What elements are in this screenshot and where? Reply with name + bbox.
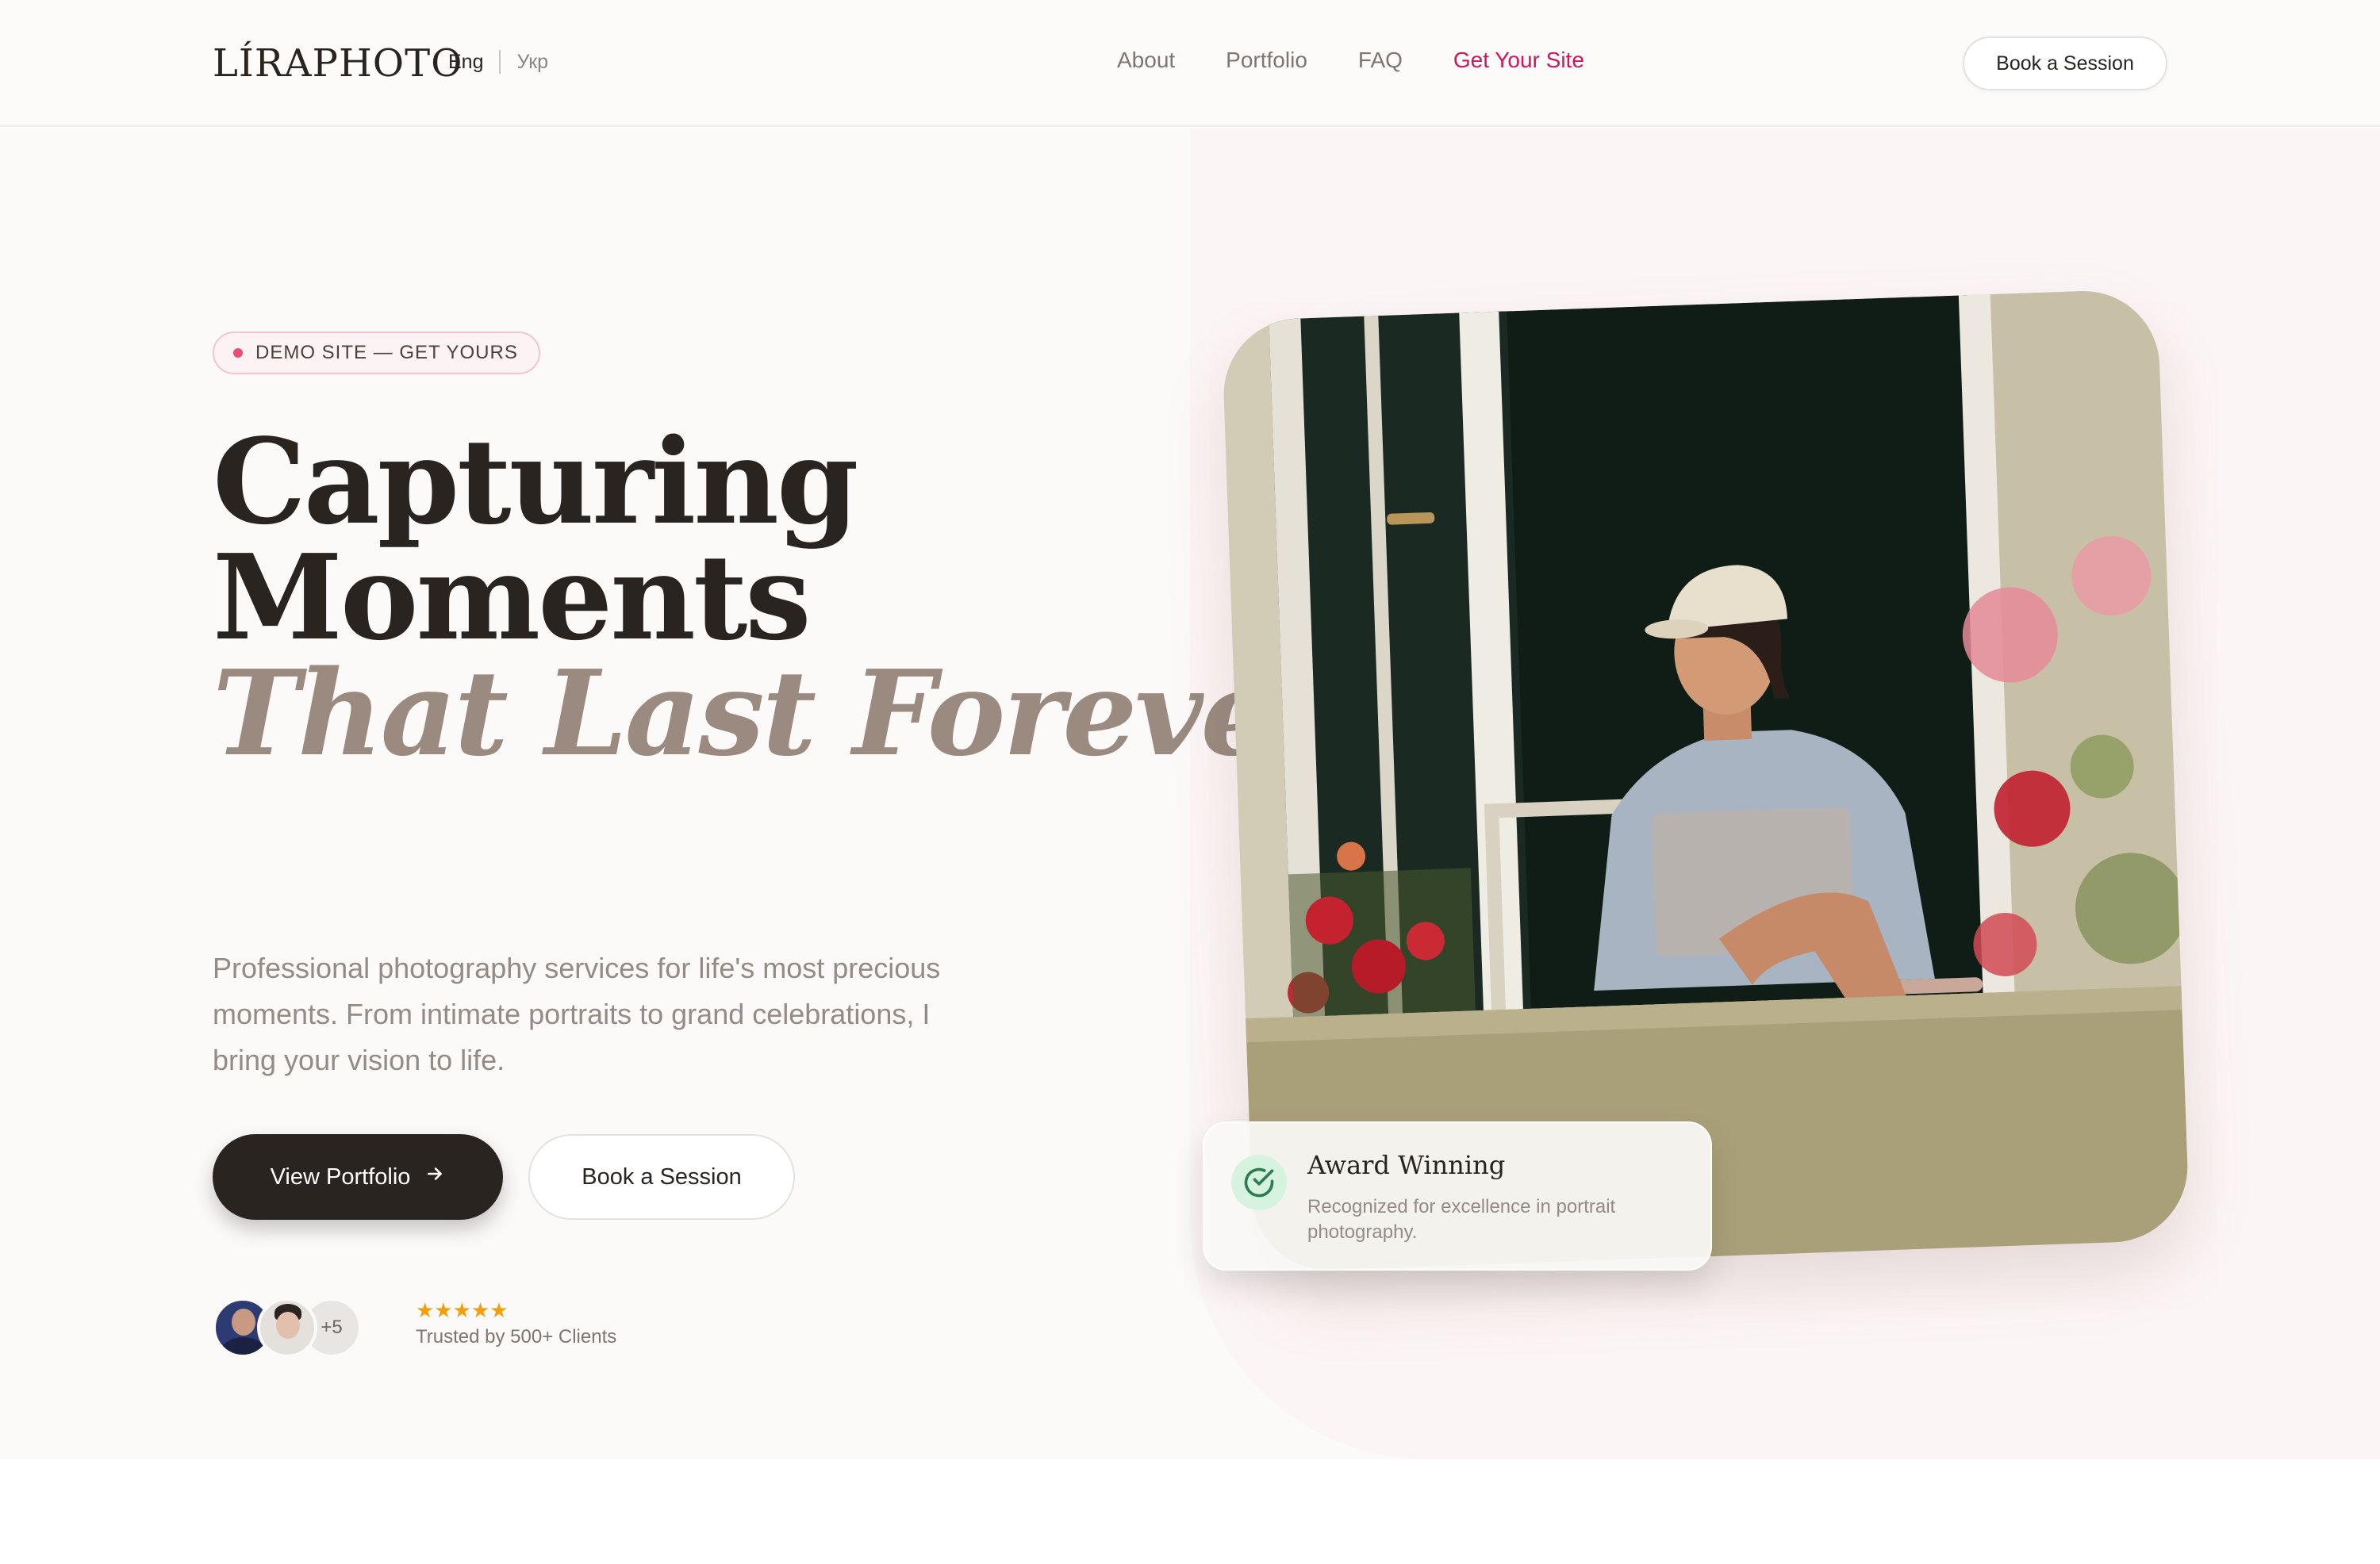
- header-book-session-button[interactable]: Book a Session: [1963, 36, 2167, 90]
- headline-line-1: Capturing: [213, 412, 858, 550]
- star-rating-icon: ★★★★★: [416, 1298, 509, 1322]
- badge-dot-icon: [233, 348, 243, 358]
- headline-line-3: That Last Forever.: [213, 644, 1363, 782]
- language-switcher: Eng Укр: [448, 50, 548, 74]
- lang-eng[interactable]: Eng: [448, 51, 483, 74]
- nav-get-your-site[interactable]: Get Your Site: [1453, 48, 1584, 73]
- headline-line-2: Moments: [213, 528, 812, 666]
- client-avatars: +5: [213, 1298, 362, 1358]
- view-portfolio-label: View Portfolio: [270, 1163, 411, 1190]
- check-circle-icon: [1231, 1155, 1287, 1210]
- award-description: Recognized for excellence in portrait ph…: [1307, 1196, 1616, 1243]
- book-session-button[interactable]: Book a Session: [528, 1134, 795, 1220]
- nav-about[interactable]: About: [1117, 48, 1175, 73]
- trusted-label: Trusted by 500+ Clients: [416, 1326, 617, 1347]
- logo[interactable]: LÍRAPHOTO: [213, 41, 463, 86]
- demo-badge[interactable]: DEMO SITE — GET YOURS: [213, 332, 540, 374]
- rating-block: ★★★★★ Trusted by 500+ Clients: [416, 1299, 616, 1348]
- award-card: Award Winning Recognized for excellence …: [1203, 1121, 1712, 1271]
- lang-divider: [499, 50, 501, 74]
- hero-subtitle: Professional photography services for li…: [213, 952, 941, 1076]
- nav-faq[interactable]: FAQ: [1358, 48, 1403, 73]
- award-title: Award Winning: [1307, 1150, 1506, 1180]
- view-portfolio-button[interactable]: View Portfolio: [213, 1134, 503, 1220]
- badge-label: DEMO SITE — GET YOURS: [255, 342, 518, 363]
- avatar: [257, 1298, 317, 1358]
- hero-headline: Capturing Moments That Last Forever.: [213, 412, 1363, 782]
- main-nav: About Portfolio FAQ Get Your Site: [1117, 48, 1584, 73]
- hero-section: DEMO SITE — GET YOURS Capturing Moments …: [0, 128, 2380, 1459]
- nav-portfolio[interactable]: Portfolio: [1226, 48, 1307, 73]
- site-header: LÍRAPHOTO Eng Укр About Portfolio FAQ Ge…: [0, 0, 2380, 127]
- lang-ukr[interactable]: Укр: [516, 51, 548, 74]
- arrow-right-icon: [424, 1163, 445, 1190]
